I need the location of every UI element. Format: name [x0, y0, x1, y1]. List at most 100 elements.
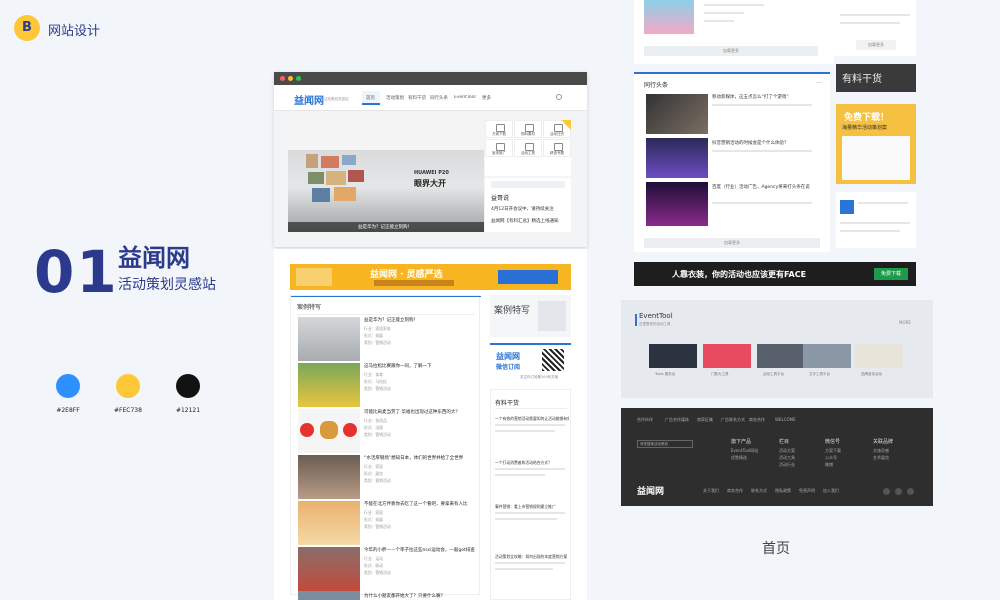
- footer-link[interactable]: 商家征集: [697, 417, 713, 423]
- load-more-button[interactable]: 加载更多: [644, 46, 818, 56]
- footer-col-item[interactable]: 活动工具: [779, 455, 795, 461]
- tool-label: 活动工具平台: [763, 372, 784, 376]
- footer-col-title: 旗下产品: [731, 439, 752, 445]
- case-title[interactable]: 这马拉松比赛跟你一同，了解一下: [364, 363, 476, 369]
- footer-link[interactable]: 合作伙伴: [637, 417, 653, 423]
- promo-banner[interactable]: 益闻网 · 灵感严选: [290, 264, 571, 290]
- grid-item[interactable]: 活动工具: [514, 139, 542, 157]
- qq-icon[interactable]: [907, 488, 914, 495]
- footer-link[interactable]: 广告合作媒体: [665, 417, 689, 423]
- footer-logo[interactable]: 益闻网: [637, 484, 664, 497]
- footer-search-input[interactable]: 请您搜索活动策划: [637, 440, 693, 448]
- case-meta: 形式：巡展: [364, 517, 383, 522]
- footer-bottom-link[interactable]: 商务合作: [727, 488, 743, 494]
- footer-bottom-link[interactable]: 联系方式: [751, 488, 767, 494]
- free-download-button[interactable]: 免费下载: [874, 268, 908, 280]
- case-thumb[interactable]: [298, 455, 360, 499]
- footer-link[interactable]: WELCOME: [775, 417, 796, 422]
- footer-col-item[interactable]: 方案下载: [825, 448, 841, 454]
- case-meta: 形式：马拉松: [364, 379, 387, 384]
- eventtool-more[interactable]: MORE: [899, 320, 911, 325]
- case-title[interactable]: 今年的小胖——个率子拉这些nsci运动会，一般get排查: [364, 547, 476, 553]
- footer-col-item[interactable]: 公众号: [825, 455, 837, 461]
- footer-link[interactable]: 商务合作: [749, 417, 765, 423]
- case-thumb[interactable]: [298, 409, 360, 453]
- hero-slogan: 眼界大开: [414, 179, 446, 188]
- more-dots-icon[interactable]: …: [816, 78, 822, 85]
- nav-insights[interactable]: 有料干货: [408, 95, 426, 101]
- yisay-item[interactable]: 4月12日开会议中，请持续关注: [491, 206, 569, 212]
- footer-bottom-link[interactable]: 加入我们: [823, 488, 839, 494]
- hot-item[interactable]: 移动新媒体，这五点怎么“打了个游戏”: [712, 94, 816, 100]
- footer-col-item[interactable]: 活动方案: [779, 448, 795, 454]
- download-ad-sub: 海量精华活动策划案: [842, 125, 888, 131]
- case-thumb[interactable]: [298, 591, 360, 600]
- yisay-item[interactable]: 益闻网【有料汇总】精选上线通知: [491, 218, 569, 224]
- wechat-card[interactable]: 益闻网 微信订阅 关注你订阅第100份方案: [490, 343, 571, 383]
- page-label: 首页: [762, 541, 790, 557]
- hot-item[interactable]: 抖音营销活动的时候会是个什么体验？: [712, 140, 816, 146]
- dry-ad[interactable]: 有料干货: [836, 64, 916, 92]
- footer-bottom-link[interactable]: 免责声明: [799, 488, 815, 494]
- hot-thumb[interactable]: [646, 138, 708, 178]
- tool-thumb[interactable]: [757, 344, 805, 368]
- grid-item[interactable]: 物料素材: [514, 120, 542, 138]
- case-thumb[interactable]: [298, 547, 360, 591]
- nav-more[interactable]: 更多: [482, 95, 491, 101]
- footer-col-item[interactable]: EventTool网站: [731, 448, 758, 454]
- dry-item[interactable]: 一个有效的营销活动需要如何让活动能够有效: [495, 416, 569, 422]
- tool-thumb[interactable]: [649, 344, 697, 368]
- hero-banner[interactable]: HUAWEI P20 眼界大开 益是华为？记正能立刻购！: [288, 120, 484, 232]
- tool-thumb[interactable]: [703, 344, 751, 368]
- site-header: 益闻网 活动策划灵感站 首页 活动策划 有料干货 同行头条 EventTool …: [274, 85, 587, 111]
- nav-eventtool[interactable]: EventTool: [454, 95, 476, 100]
- dry-title: 有料干货: [495, 400, 520, 407]
- case-meta: 形式：联动: [364, 563, 383, 568]
- hot-thumb[interactable]: [646, 94, 708, 134]
- case-thumb[interactable]: [298, 317, 360, 361]
- footer-bottom-link[interactable]: 隐私政策: [775, 488, 791, 494]
- swatch-label: #2E8FF: [56, 407, 80, 414]
- footer-col-item[interactable]: 文旅灵感: [873, 448, 889, 454]
- nav-home[interactable]: 首页: [366, 95, 375, 101]
- nav-peers[interactable]: 同行头条: [430, 95, 448, 101]
- tool-label: 品牌宣传活动: [861, 372, 882, 376]
- hot-thumb[interactable]: [646, 182, 708, 226]
- load-more-button[interactable]: 加载更多: [856, 40, 896, 50]
- footer-col-item[interactable]: 微博: [825, 462, 833, 468]
- case-title[interactable]: 为什么小朋友都开始大了？只要什么嘛？: [364, 593, 476, 599]
- search-icon[interactable]: [556, 94, 562, 100]
- footer-link[interactable]: 广告联系方式: [721, 417, 745, 423]
- dry-item[interactable]: 活动策划全攻略：如何出现的年度营销方案: [495, 554, 569, 560]
- face-ad-banner[interactable]: 人靠衣装，你的活动也应该更有FACE 免费下载: [634, 262, 916, 286]
- hot-item[interactable]: 百度（行业）活动广告，Agency将来打头条在说: [712, 184, 816, 190]
- site-logo[interactable]: 益闻网: [294, 92, 324, 107]
- browser-mockup: 益闻网 活动策划灵感站 首页 活动策划 有料干货 同行头条 EventTool …: [274, 72, 587, 247]
- nav-planning[interactable]: 活动策划: [386, 95, 404, 101]
- tool-thumb[interactable]: [803, 344, 851, 368]
- swatch-label: #12121: [175, 407, 201, 414]
- grid-item[interactable]: 方案下载: [485, 120, 513, 138]
- case-thumb[interactable]: [298, 363, 360, 407]
- footer-bottom-link[interactable]: 关于我们: [703, 488, 719, 494]
- weibo-icon[interactable]: [883, 488, 890, 495]
- footer-col-item[interactable]: 活动行业: [779, 462, 795, 468]
- case-title[interactable]: “水活厚钢场”想知日本，体们的世界并给了全世界: [364, 455, 476, 461]
- tool-thumb[interactable]: [855, 344, 903, 368]
- grid-item[interactable]: 宣传推广: [485, 139, 513, 157]
- footer-col-item[interactable]: 艺术展览: [873, 455, 889, 461]
- download-ad[interactable]: 免费下载！ 海量精华活动策划案: [836, 104, 916, 184]
- grid-item[interactable]: 精选专题: [543, 139, 571, 157]
- dry-item[interactable]: 一个打动消费者和活动结合方式？: [495, 460, 569, 466]
- dry-item[interactable]: 事件营销：看上市营销规则建立推广: [495, 504, 569, 510]
- case-title[interactable]: 益是华为？记正能立刻购！: [364, 317, 476, 323]
- side-case-card[interactable]: 案例特写: [490, 295, 571, 337]
- case-meta: 形式：巡展: [364, 333, 383, 338]
- footer-col-item[interactable]: 优胜精选: [731, 455, 747, 461]
- wechat-icon[interactable]: [895, 488, 902, 495]
- load-more-button[interactable]: 加载更多: [644, 238, 820, 248]
- case-title[interactable]: 可能比肩麦当劳了 华福也出现过这种东西的大？: [364, 409, 476, 415]
- case-title[interactable]: 不能在北方伴奏你去吃了这一个看吧，要拿来有人比: [364, 501, 476, 507]
- peppa-thumb[interactable]: [644, 0, 694, 34]
- case-thumb[interactable]: [298, 501, 360, 545]
